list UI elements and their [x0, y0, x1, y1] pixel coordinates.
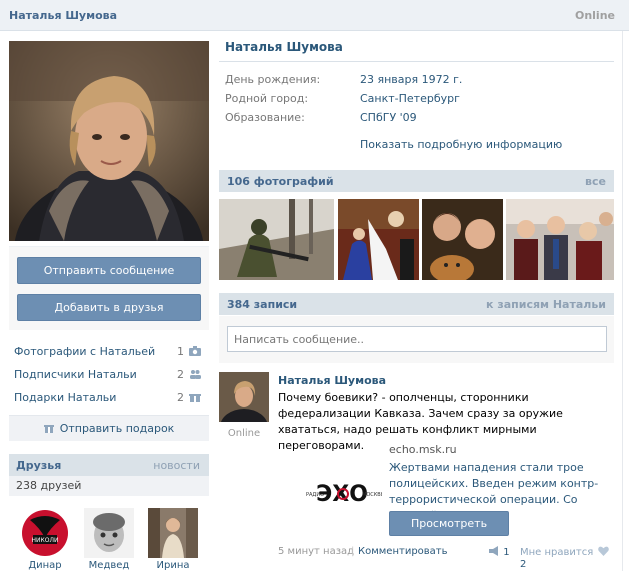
post-author-avatar[interactable] [219, 372, 269, 422]
friend-name[interactable]: Ирина [148, 560, 198, 571]
page-title: Наталья Шумова [9, 9, 118, 22]
divider [219, 61, 614, 62]
photos-all-link[interactable]: все [585, 175, 606, 188]
heart-icon [598, 546, 610, 559]
friend-item[interactable]: Ирина [148, 508, 198, 571]
gift-icon [189, 392, 201, 402]
friends-news-link[interactable]: новости [153, 459, 200, 472]
photo-thumbnail[interactable] [422, 199, 503, 280]
left-link-label: Подарки Натальи [14, 391, 117, 404]
people-icon [189, 369, 201, 379]
friend-name[interactable]: Динар [20, 560, 70, 571]
repost-button[interactable]: 1 [488, 546, 510, 559]
photo-thumbnail[interactable] [506, 199, 614, 280]
send-gift-label: Отправить подарок [59, 422, 175, 435]
profile-actions: Отправить сообщение Добавить в друзья [9, 246, 209, 330]
left-link-count: 2 [177, 368, 184, 381]
svg-text:МОСКВЫ: МОСКВЫ [362, 492, 382, 498]
photo-thumbnail[interactable] [338, 199, 419, 280]
friend-avatar[interactable] [84, 508, 134, 558]
show-more-info-link[interactable]: Показать подробную информацию [360, 138, 562, 151]
like-count: 2 [520, 559, 527, 570]
photo-thumbnail[interactable] [219, 199, 334, 280]
left-link-photos[interactable]: Фотографии с Натальей 1 [14, 345, 204, 361]
post-author-online: Online [227, 428, 261, 439]
add-friend-button[interactable]: Добавить в друзья [17, 294, 201, 321]
wall-title[interactable]: 384 записи [227, 298, 297, 311]
camera-icon [189, 346, 201, 356]
left-link-count: 2 [177, 391, 184, 404]
photos-title[interactable]: 106 фотографий [227, 175, 334, 188]
post-footer-separator: | [351, 546, 355, 557]
friends-count-bar: 238 друзей [9, 476, 209, 496]
info-value[interactable]: СПбГУ '09 [360, 111, 417, 124]
profile-name: Наталья Шумова [225, 40, 343, 54]
friend-item[interactable]: Медвед [84, 508, 134, 571]
info-value[interactable]: Санкт-Петербург [360, 92, 460, 105]
right-border [622, 31, 623, 571]
wall-post-input[interactable] [227, 326, 607, 352]
comment-link[interactable]: Комментировать [358, 546, 448, 557]
send-message-button[interactable]: Отправить сообщение [17, 257, 201, 284]
post-time[interactable]: 5 минут назад [278, 546, 354, 557]
info-label: Родной город: [225, 92, 309, 105]
post-author-name[interactable]: Наталья Шумова [278, 374, 386, 387]
friends-header: Друзья новости [9, 454, 209, 476]
profile-photo[interactable] [9, 41, 209, 241]
left-link-count: 1 [177, 345, 184, 358]
top-bar: Наталья Шумова Online [0, 0, 629, 31]
friend-avatar[interactable]: НИКОЛИ [20, 508, 70, 558]
echo-logo[interactable]: РАДИО ЭХО МОСКВЫ [282, 463, 385, 519]
friends-count[interactable]: 238 друзей [16, 479, 81, 492]
view-attachment-button[interactable]: Просмотреть [389, 511, 509, 536]
send-gift-button[interactable]: Отправить подарок [9, 415, 209, 441]
info-label: Образование: [225, 111, 305, 124]
post-footer: 5 минут назад | Комментировать 1 Мне нра… [278, 546, 612, 570]
megaphone-icon [488, 546, 500, 559]
echo-logo-text: ЭХО [316, 482, 368, 507]
info-label: День рождения: [225, 73, 321, 86]
left-link-label: Фотографии с Натальей [14, 345, 156, 358]
friend-item[interactable]: НИКОЛИ Динар [20, 508, 70, 571]
like-label: Мне нравится [520, 547, 594, 558]
wall-posts-link[interactable]: к записям Натальи [486, 298, 606, 311]
left-link-gifts[interactable]: Подарки Натальи 2 [14, 391, 204, 407]
friends-title[interactable]: Друзья [16, 459, 61, 472]
left-link-label: Подписчики Натальи [14, 368, 137, 381]
attachment-domain[interactable]: echo.msk.ru [389, 443, 457, 456]
left-link-followers[interactable]: Подписчики Натальи 2 [14, 368, 204, 384]
friend-avatar[interactable] [148, 508, 198, 558]
info-value[interactable]: 23 января 1972 г. [360, 73, 462, 86]
svg-text:НИКОЛИ: НИКОЛИ [32, 537, 59, 544]
gift-icon [43, 417, 54, 443]
like-button[interactable]: Мне нравится 2 [520, 546, 612, 570]
friend-name[interactable]: Медвед [84, 560, 134, 571]
wall-header: 384 записи к записям Натальи [219, 293, 614, 315]
online-status: Online [574, 9, 615, 22]
repost-count: 1 [503, 547, 510, 558]
photos-header: 106 фотографий все [219, 170, 614, 192]
wall-composer [219, 316, 614, 363]
